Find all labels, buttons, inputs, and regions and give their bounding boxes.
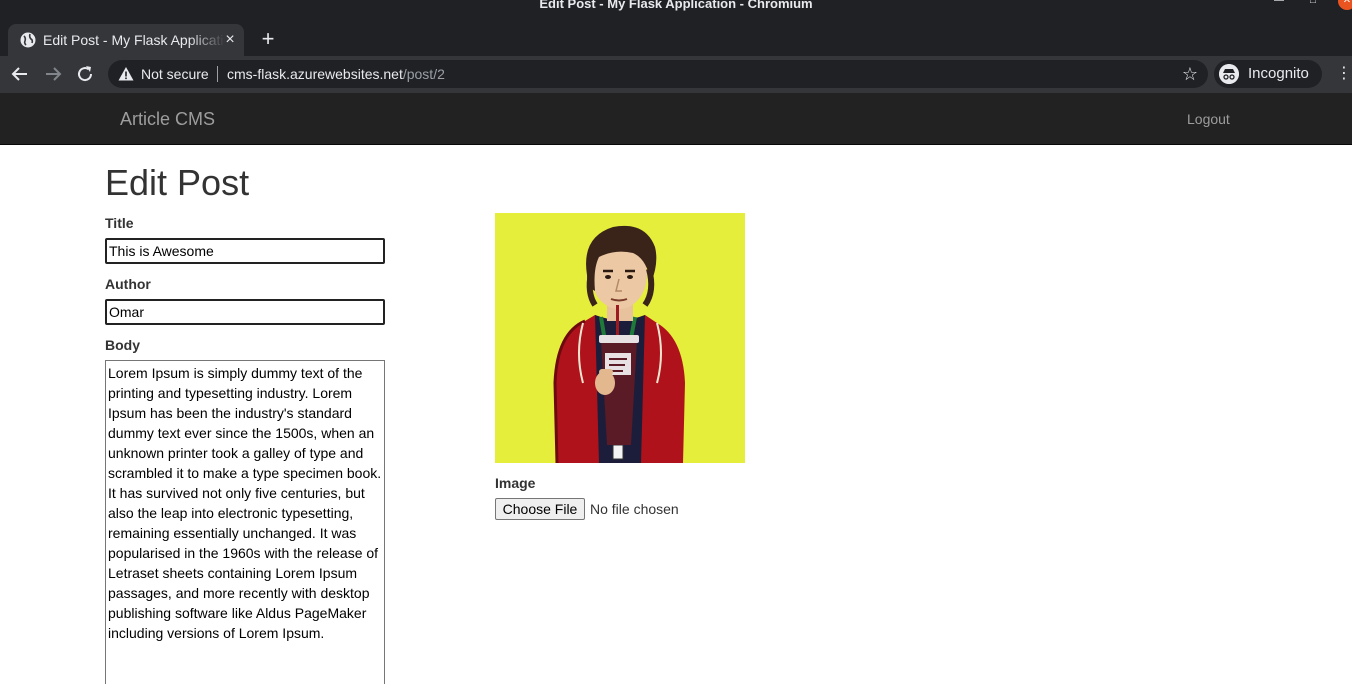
tab-strip: Edit Post - My Flask Application × + bbox=[0, 12, 1352, 56]
minimize-button[interactable]: — bbox=[1272, 0, 1286, 8]
body-label: Body bbox=[105, 337, 140, 353]
tab-title: Edit Post - My Flask Application bbox=[43, 32, 225, 48]
star-icon[interactable]: ☆ bbox=[1180, 64, 1200, 84]
file-status: No file chosen bbox=[590, 501, 679, 517]
divider bbox=[217, 66, 218, 82]
body-textarea[interactable]: Lorem Ipsum is simply dummy text of the … bbox=[105, 360, 385, 684]
new-tab-button[interactable]: + bbox=[256, 28, 280, 52]
incognito-icon bbox=[1219, 64, 1239, 84]
site-navbar: Article CMS Logout bbox=[0, 93, 1352, 145]
back-arrow-icon[interactable] bbox=[8, 62, 32, 86]
author-input[interactable] bbox=[105, 299, 385, 325]
page-title: Edit Post bbox=[105, 162, 250, 203]
forward-arrow-icon[interactable] bbox=[41, 62, 65, 86]
browser-tab[interactable]: Edit Post - My Flask Application × bbox=[8, 24, 244, 56]
window-title-bar: Edit Post - My Flask Application - Chrom… bbox=[0, 0, 1352, 12]
post-image bbox=[495, 213, 745, 463]
url-host: cms-flask.azurewebsites.net bbox=[227, 66, 403, 82]
browser-toolbar: Not secure cms-flask.azurewebsites.net/p… bbox=[0, 56, 1352, 93]
maximize-button[interactable]: □ bbox=[1306, 0, 1320, 8]
tab-close-icon[interactable]: × bbox=[222, 32, 238, 48]
security-status[interactable]: Not secure bbox=[141, 65, 209, 83]
title-input[interactable] bbox=[105, 238, 385, 264]
incognito-label: Incognito bbox=[1248, 65, 1309, 82]
window-title: Edit Post - My Flask Application - Chrom… bbox=[539, 0, 813, 11]
logout-link[interactable]: Logout bbox=[1187, 111, 1230, 127]
url-text[interactable]: cms-flask.azurewebsites.net/post/2 bbox=[227, 65, 445, 83]
reload-icon[interactable] bbox=[73, 62, 97, 86]
image-label: Image bbox=[495, 475, 536, 491]
choose-file-button[interactable]: Choose File bbox=[495, 498, 585, 520]
incognito-profile-button[interactable]: Incognito bbox=[1214, 60, 1322, 88]
author-label: Author bbox=[105, 276, 151, 292]
title-label: Title bbox=[105, 215, 134, 231]
url-path: /post/2 bbox=[402, 66, 445, 82]
address-bar[interactable]: Not secure cms-flask.azurewebsites.net/p… bbox=[108, 60, 1208, 88]
brand-link[interactable]: Article CMS bbox=[120, 109, 215, 129]
warning-icon[interactable] bbox=[118, 66, 134, 82]
menu-kebab-icon[interactable]: ⋮ bbox=[1336, 64, 1352, 84]
person-illustration bbox=[553, 225, 685, 463]
globe-icon bbox=[20, 32, 36, 48]
